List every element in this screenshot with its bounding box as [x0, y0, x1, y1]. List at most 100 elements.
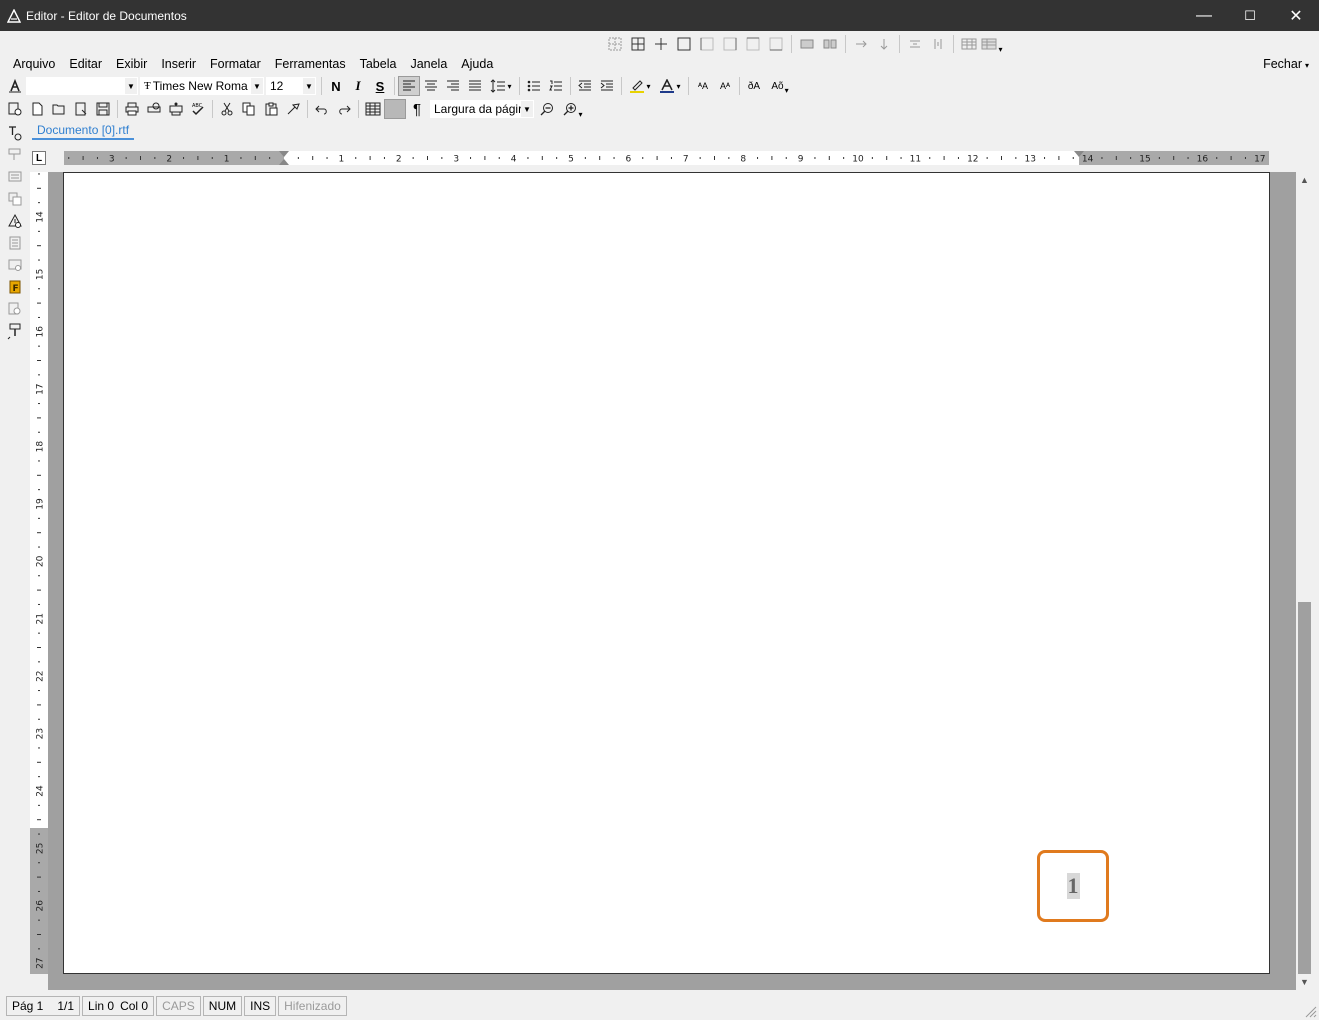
table-all-borders-icon[interactable] [627, 34, 649, 54]
insert-row-icon[interactable] [873, 34, 895, 54]
save-icon[interactable] [92, 99, 114, 119]
font-color-button[interactable]: ▾ [655, 76, 685, 96]
menu-ferramentas[interactable]: Ferramentas [268, 55, 353, 73]
text-field-icon[interactable] [0, 122, 30, 144]
insert-field-icon[interactable] [0, 144, 30, 166]
spell-check-icon[interactable]: ABC [187, 99, 209, 119]
minimize-button[interactable]: — [1181, 0, 1227, 31]
menu-inserir[interactable]: Inserir [154, 55, 203, 73]
font-size-select[interactable]: 12 ▼ [266, 77, 316, 95]
merge-fields-icon[interactable] [0, 188, 30, 210]
decrease-indent-button[interactable] [574, 76, 596, 96]
vertical-scrollbar[interactable]: ▲ ▼ [1296, 172, 1313, 990]
document-tab[interactable]: Documento [0].rtf [32, 123, 135, 140]
menu-janela[interactable]: Janela [403, 55, 454, 73]
open-recent-icon[interactable] [70, 99, 92, 119]
delete-row-icon[interactable] [927, 34, 949, 54]
insert-column-icon[interactable] [850, 34, 872, 54]
shrink-font-button[interactable]: Aᴬ [714, 76, 736, 96]
horizontal-ruler[interactable]: 3 2 1 1 2 3 4 5 6 7 8 9 10 11 12 13 14 15 16 17 [64, 151, 1269, 165]
fechar-menu[interactable]: Fechar ▾ [1263, 55, 1309, 75]
line-spacing-button[interactable]: ▾ [486, 76, 516, 96]
table-inside-borders-icon[interactable] [604, 34, 626, 54]
tab-stop-selector[interactable]: L [32, 151, 46, 165]
menu-arquivo[interactable]: Arquivo [6, 55, 62, 73]
preview-icon[interactable] [0, 254, 30, 276]
format-brush-icon[interactable] [0, 320, 30, 342]
table-properties-icon[interactable] [958, 34, 980, 54]
align-left-button[interactable] [398, 76, 420, 96]
bullets-button[interactable] [523, 76, 545, 96]
change-case-button[interactable]: Aõ ▾ [765, 76, 795, 96]
align-center-button[interactable] [420, 76, 442, 96]
close-button[interactable]: ✕ [1273, 0, 1319, 31]
print-setup-icon[interactable] [165, 99, 187, 119]
document-list-icon[interactable] [0, 232, 30, 254]
chevron-down-icon[interactable]: ▼ [251, 78, 263, 94]
zoom-out-icon[interactable] [536, 99, 558, 119]
table-left-border-icon[interactable] [696, 34, 718, 54]
copy-icon[interactable] [238, 99, 260, 119]
delete-column-icon[interactable] [904, 34, 926, 54]
zoom-select[interactable]: Largura da págir ▼ [430, 100, 534, 118]
menu-tabela[interactable]: Tabela [353, 55, 404, 73]
align-right-button[interactable] [442, 76, 464, 96]
menu-exibir[interactable]: Exibir [109, 55, 154, 73]
table-bottom-border-icon[interactable] [765, 34, 787, 54]
separator [953, 35, 954, 53]
format-painter-icon[interactable] [282, 99, 304, 119]
spelling-button[interactable]: ðA [743, 76, 765, 96]
justify-button[interactable] [464, 76, 486, 96]
chevron-down-icon[interactable]: ▼ [303, 78, 315, 94]
undo-icon[interactable] [311, 99, 333, 119]
bold-button[interactable]: N [325, 76, 347, 96]
print-icon[interactable] [121, 99, 143, 119]
table-outer-border-icon[interactable] [673, 34, 695, 54]
menu-formatar[interactable]: Formatar [203, 55, 268, 73]
increase-indent-button[interactable] [596, 76, 618, 96]
warning-icon[interactable] [0, 210, 30, 232]
document-page[interactable]: 1 [63, 172, 1270, 974]
side-toolbar: F [0, 122, 30, 362]
table-autoformat-icon[interactable]: ▾ [981, 34, 1003, 54]
find-record-icon[interactable] [0, 298, 30, 320]
strikethrough-button[interactable]: S [369, 76, 391, 96]
page-number[interactable]: 1 [1066, 873, 1080, 899]
insert-table-icon[interactable] [362, 99, 384, 119]
menu-ajuda[interactable]: Ajuda [454, 55, 500, 73]
table-inner-borders-icon[interactable] [650, 34, 672, 54]
new-from-template-icon[interactable] [4, 99, 26, 119]
show-grid-toggle[interactable] [384, 99, 406, 119]
scroll-up-icon[interactable]: ▲ [1296, 172, 1313, 188]
scroll-down-icon[interactable]: ▼ [1296, 974, 1313, 990]
cut-icon[interactable] [216, 99, 238, 119]
scroll-thumb[interactable] [1298, 602, 1311, 974]
table-top-border-icon[interactable] [742, 34, 764, 54]
highlight-color-button[interactable]: ▾ [625, 76, 655, 96]
show-formatting-button[interactable]: ¶ [406, 99, 428, 119]
resize-grip-icon[interactable] [1305, 1006, 1317, 1018]
redo-icon[interactable] [333, 99, 355, 119]
font-select[interactable]: Ŧ Times New Roma ▼ [140, 77, 264, 95]
style-icon[interactable] [4, 76, 26, 96]
merge-cells-icon[interactable] [796, 34, 818, 54]
paste-icon[interactable] [260, 99, 282, 119]
print-preview-icon[interactable] [143, 99, 165, 119]
grow-font-button[interactable]: ᴬA [692, 76, 714, 96]
field-function-icon[interactable]: F [0, 276, 30, 298]
table-right-border-icon[interactable] [719, 34, 741, 54]
chevron-down-icon[interactable]: ▼ [125, 78, 137, 94]
chevron-down-icon[interactable]: ▼ [521, 101, 533, 117]
split-cells-icon[interactable] [819, 34, 841, 54]
italic-button[interactable]: I [347, 76, 369, 96]
style-select[interactable]: ▼ [26, 77, 138, 95]
field-list-icon[interactable] [0, 166, 30, 188]
status-line: Lin 0 [88, 999, 115, 1013]
new-document-icon[interactable] [26, 99, 48, 119]
zoom-in-icon[interactable]: ▾ [558, 99, 588, 119]
open-folder-icon[interactable] [48, 99, 70, 119]
numbering-button[interactable] [545, 76, 567, 96]
menu-editar[interactable]: Editar [62, 55, 109, 73]
maximize-button[interactable]: ☐ [1227, 0, 1273, 31]
vertical-ruler[interactable]: 14 15 16 17 18 19 20 21 22 23 24 25 26 27 [30, 172, 48, 974]
